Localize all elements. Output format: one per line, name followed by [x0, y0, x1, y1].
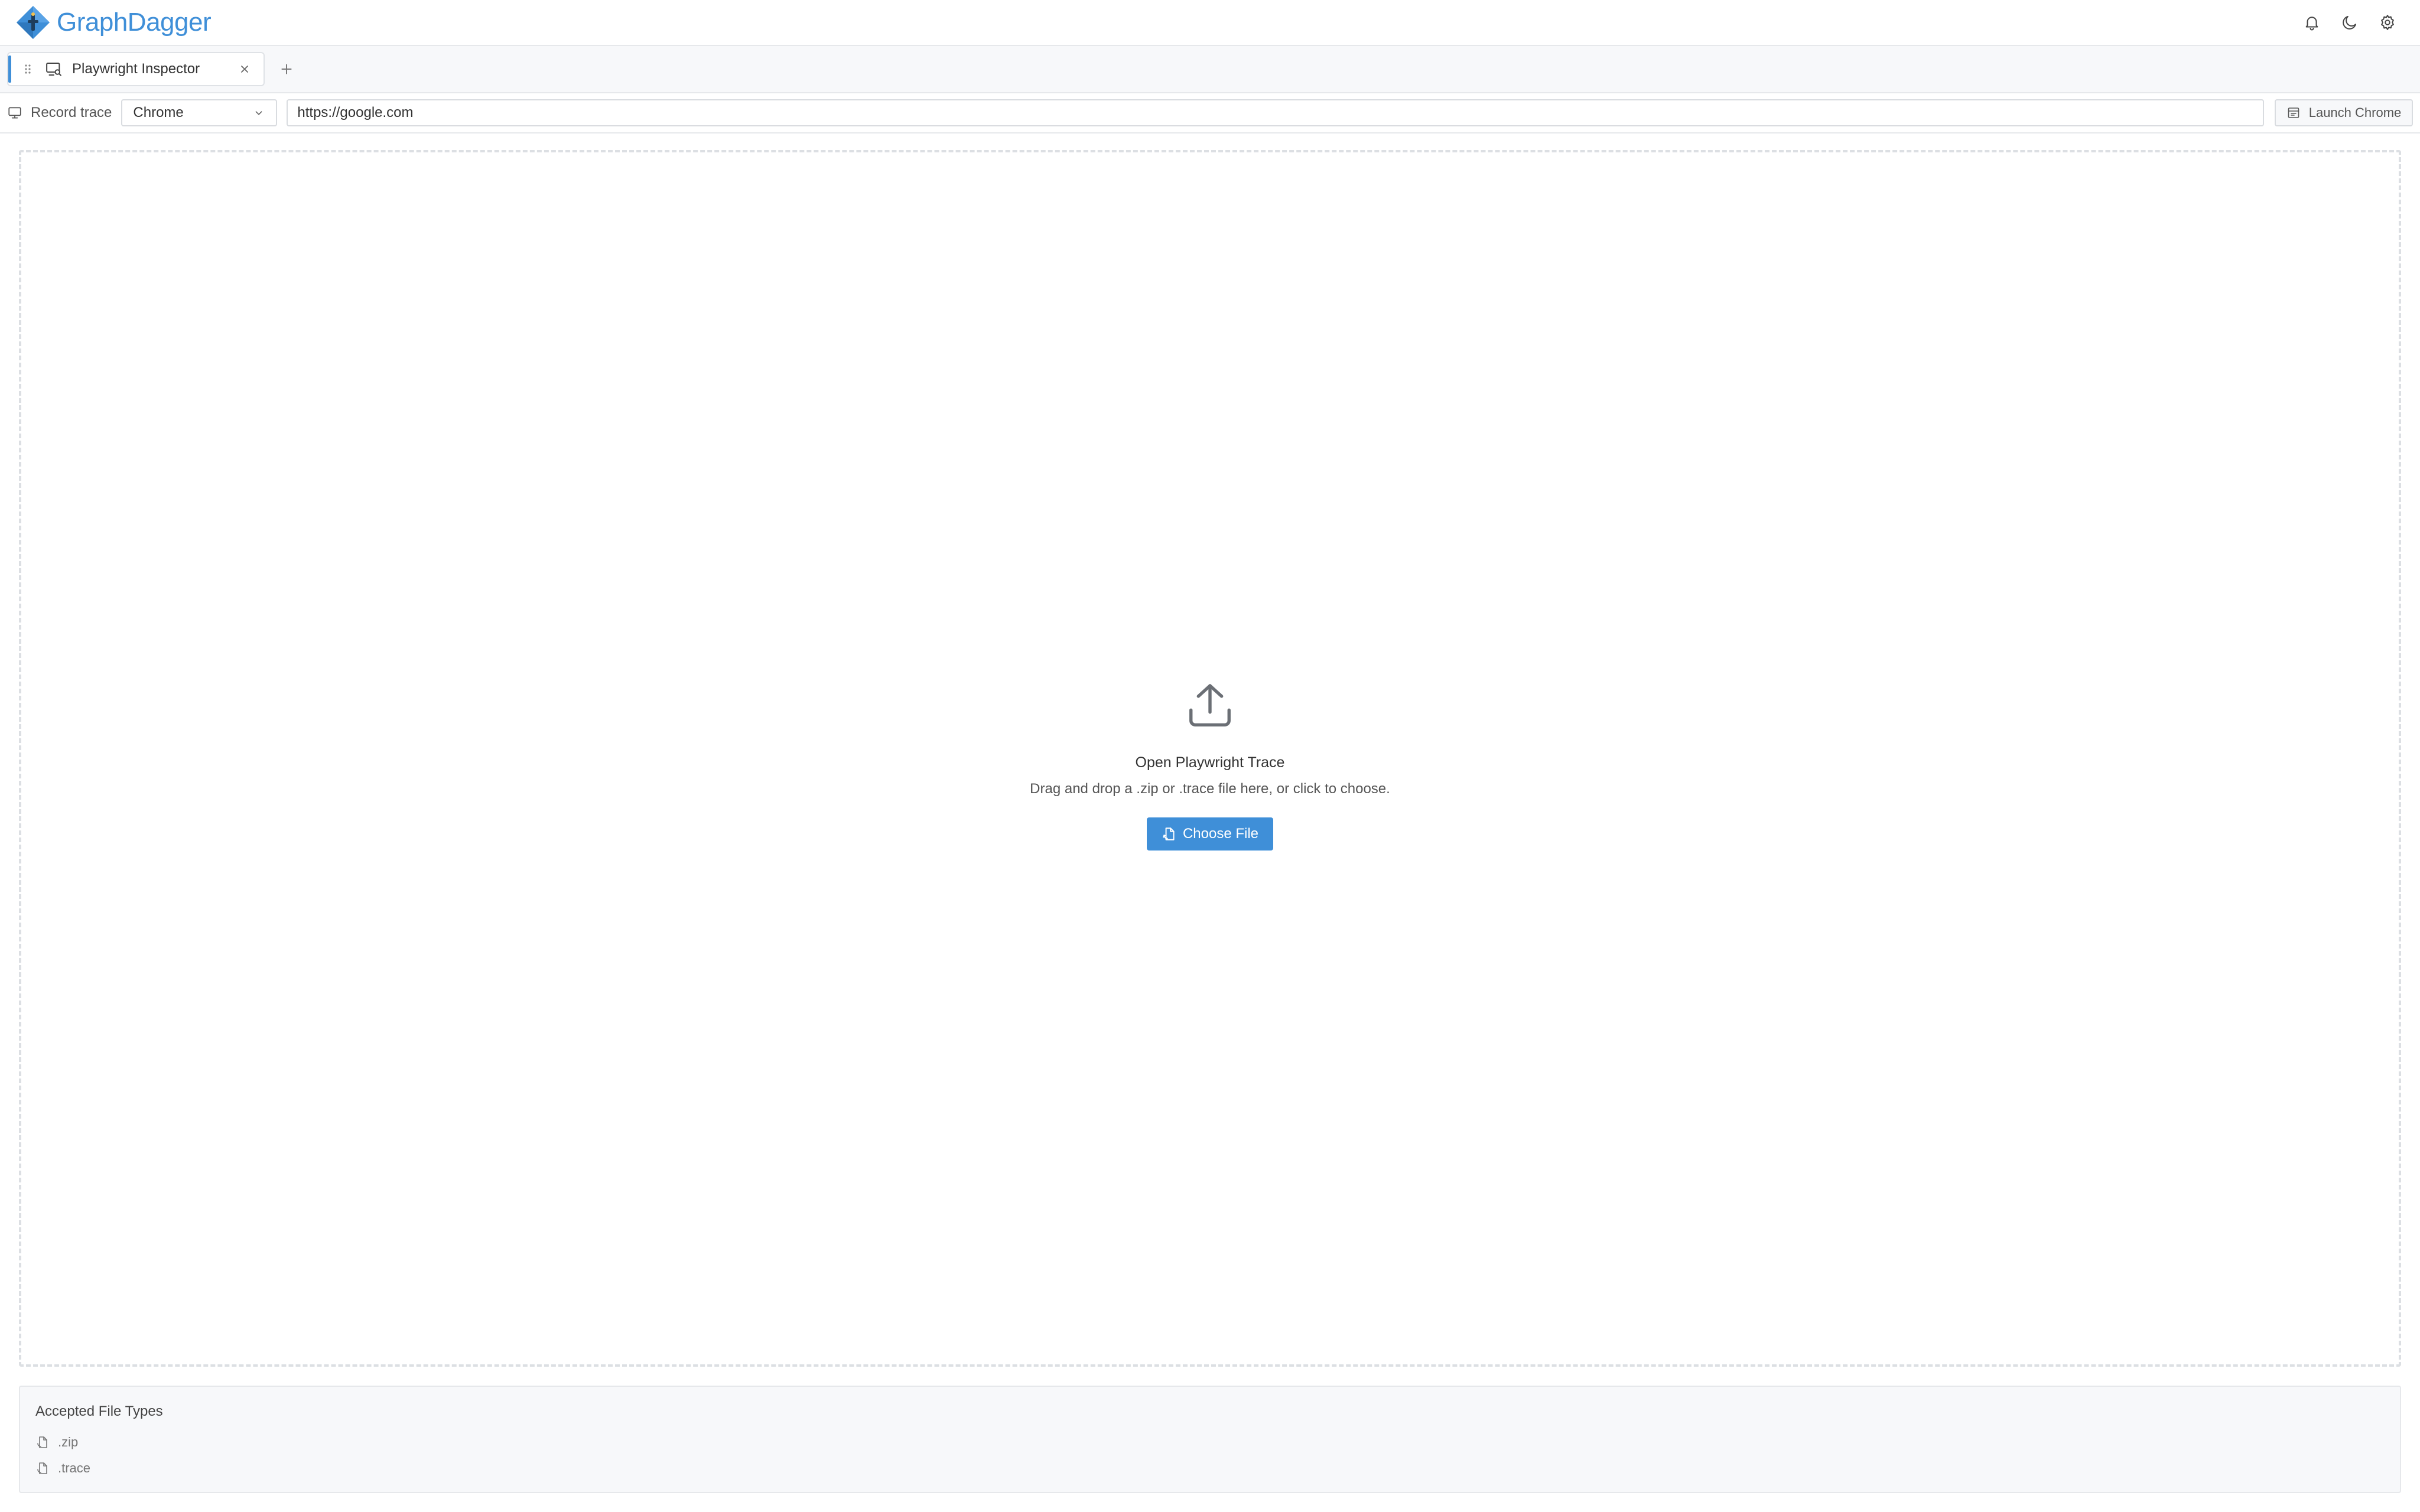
list-item: .trace — [35, 1455, 2385, 1481]
app-name: GraphDagger — [57, 8, 212, 37]
grip-dots-icon — [25, 64, 31, 74]
upload-icon — [1185, 680, 1235, 734]
notifications-button[interactable] — [2303, 14, 2321, 31]
app-logo[interactable]: GraphDagger — [14, 0, 212, 45]
browser-select[interactable]: Chrome — [121, 99, 278, 126]
plus-icon — [281, 64, 292, 74]
monitor-icon — [8, 107, 21, 119]
chevron-down-icon — [255, 111, 262, 115]
browser-search-icon — [45, 60, 63, 78]
record-trace-label: Record trace — [7, 105, 112, 121]
choose-file-label: Choose File — [1182, 826, 1259, 842]
accepted-file-types-title: Accepted File Types — [35, 1403, 163, 1419]
accepted-file-types-panel: Accepted File Types .zip .trace — [19, 1386, 2401, 1493]
trace-dropzone[interactable]: Open Playwright Trace Drag and drop a .z… — [19, 150, 2401, 1367]
gear-icon — [2381, 15, 2394, 30]
file-icon — [37, 1436, 47, 1448]
record-trace-text: Record trace — [31, 105, 112, 120]
theme-toggle-button[interactable] — [2341, 14, 2359, 31]
dropzone-content: Open Playwright Trace Drag and drop a .z… — [21, 680, 2399, 850]
tab-playwright-inspector[interactable]: Playwright Inspector — [7, 52, 265, 86]
dropzone-title: Open Playwright Trace — [1135, 754, 1285, 771]
tab-label: Playwright Inspector — [72, 61, 200, 77]
app-root: GraphDagger Playwright Inspector Record … — [0, 0, 2420, 1512]
dagger-logo-icon — [17, 6, 50, 39]
choose-file-button[interactable]: Choose File — [1147, 817, 1273, 850]
browser-select-value: Chrome — [133, 105, 184, 120]
tab-bar: Playwright Inspector — [0, 46, 2420, 93]
moon-icon — [2343, 16, 2356, 30]
file-type-label: .zip — [58, 1435, 79, 1449]
close-icon — [241, 66, 248, 73]
bell-icon — [2305, 17, 2318, 31]
tab-close-button[interactable] — [236, 61, 253, 77]
file-refresh-icon — [1163, 827, 1175, 840]
header-actions — [2303, 14, 2406, 31]
file-type-label: .trace — [58, 1461, 91, 1475]
dropzone-subtitle: Drag and drop a .zip or .trace file here… — [1030, 781, 1390, 797]
url-input[interactable] — [287, 99, 2264, 126]
file-icon — [37, 1462, 47, 1474]
record-toolbar: Record trace Chrome Launch Chrome — [0, 93, 2420, 133]
add-tab-button[interactable] — [278, 60, 295, 78]
list-item: .zip — [35, 1429, 2385, 1455]
browser-window-icon — [2288, 107, 2299, 118]
launch-chrome-label: Launch Chrome — [2308, 105, 2402, 120]
drag-handle-icon[interactable] — [21, 60, 34, 78]
launch-chrome-button[interactable]: Launch Chrome — [2275, 99, 2413, 126]
settings-button[interactable] — [2379, 14, 2396, 31]
app-header: GraphDagger — [0, 0, 2420, 46]
